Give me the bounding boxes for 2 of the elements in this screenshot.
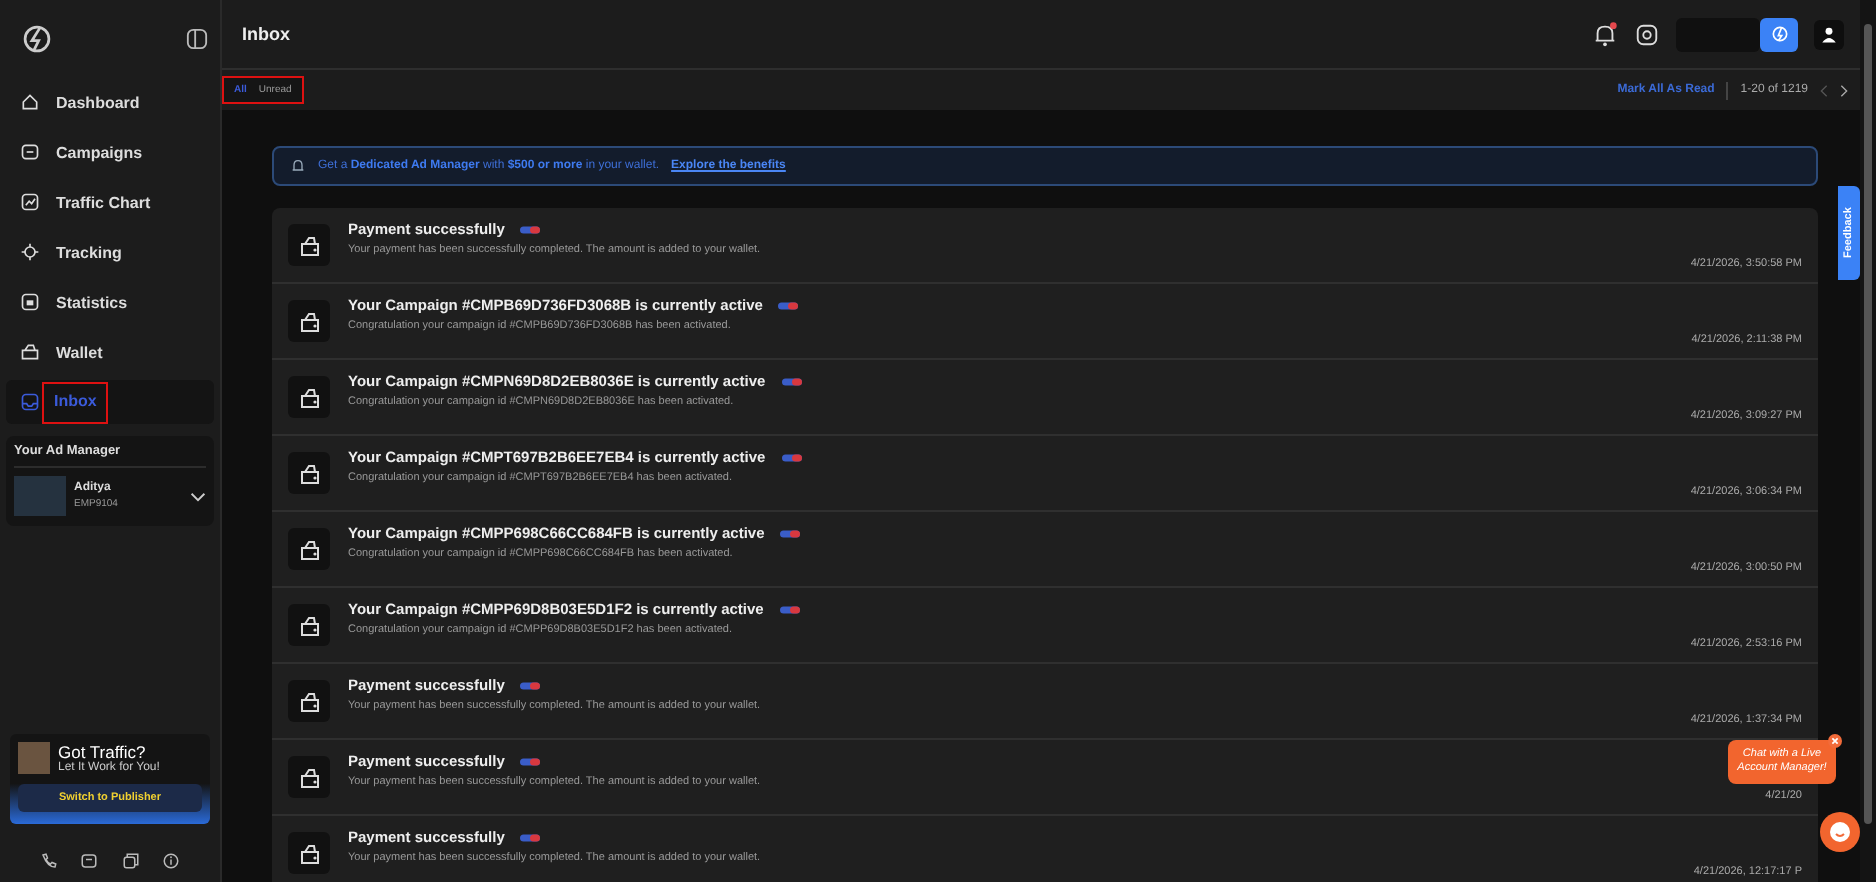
promo-title: Got Traffic? [58,742,146,762]
page-title: Inbox [242,24,290,44]
